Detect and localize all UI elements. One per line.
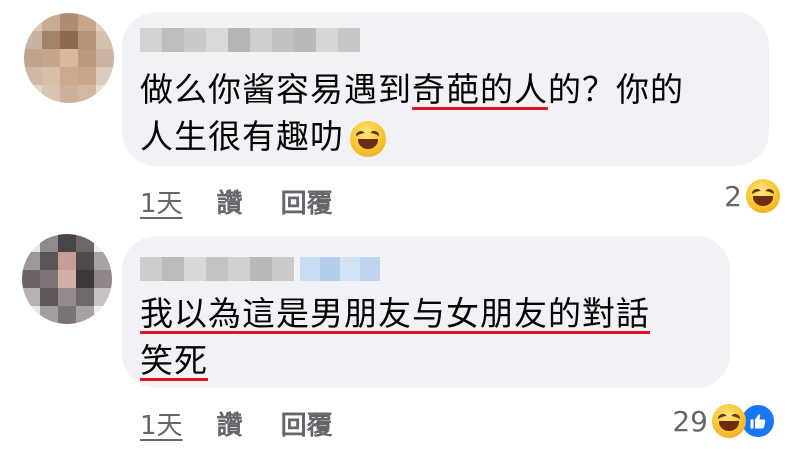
reply-button[interactable]: 回覆 [281,405,333,442]
laughing-emoji-icon [350,120,386,157]
underlined-phrase: 我以為這是男朋友与女朋友的對話 [140,294,650,333]
like-button[interactable]: 讚 [217,405,243,442]
comment-text-segment: 做么你酱容易遇到 [140,70,412,109]
reaction-count: 29 [672,404,708,438]
reaction-count: 2 [724,179,742,213]
comment-text: 我以為這是男朋友与女朋友的對話 笑死 [140,290,720,384]
underlined-phrase: 奇葩的人 [412,70,548,109]
haha-reaction-icon [712,404,746,438]
avatar[interactable] [22,234,112,324]
timestamp-link[interactable]: 1天 [140,183,183,220]
avatar[interactable] [24,13,114,103]
commenter-badge-redacted [300,257,380,281]
timestamp-link[interactable]: 1天 [140,405,183,442]
underlined-phrase: 笑死 [140,341,208,380]
reply-button[interactable]: 回覆 [281,183,333,220]
comment-actions: 1天 讚 回覆 [140,183,333,220]
commenter-name-redacted[interactable] [140,257,294,281]
like-button[interactable]: 讚 [217,183,243,220]
comment-text-segment: 的？你的 [548,70,684,109]
commenter-name-redacted[interactable] [140,28,360,52]
haha-reaction-icon [746,179,780,213]
comment-text-segment: 人生很有趣叻 [140,117,344,156]
comment-text: 做么你酱容易遇到奇葩的人的？你的 人生很有趣叻 [140,66,760,160]
reaction-summary[interactable]: 2 [724,179,780,213]
comment-actions: 1天 讚 回覆 [140,405,333,442]
reaction-summary[interactable]: 29 [672,403,776,439]
